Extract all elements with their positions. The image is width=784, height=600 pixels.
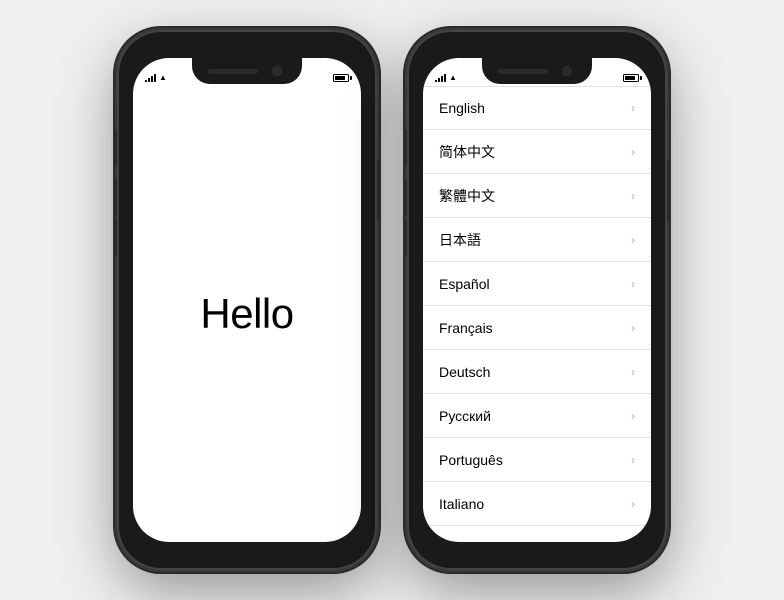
signal-bar-1: [435, 80, 437, 82]
chevron-icon-english: ›: [631, 101, 635, 115]
chevron-icon-russian: ›: [631, 409, 635, 423]
language-name-simplified-chinese: 简体中文: [439, 142, 495, 162]
language-item-spanish[interactable]: Español ›: [423, 262, 651, 306]
chevron-icon-spanish: ›: [631, 277, 635, 291]
language-name-russian: Русский: [439, 408, 491, 424]
signal-bar-3: [441, 76, 443, 82]
battery-fill-2: [625, 76, 635, 80]
notch-2: [482, 58, 592, 84]
battery-icon: [333, 74, 349, 82]
signal-bar-2: [148, 78, 150, 82]
chevron-icon-traditional-chinese: ›: [631, 189, 635, 203]
chevron-icon-french: ›: [631, 321, 635, 335]
language-name-traditional-chinese: 繁體中文: [439, 186, 495, 206]
signal-bars: [145, 73, 156, 82]
chevron-icon-portuguese: ›: [631, 453, 635, 467]
language-content: English › 简体中文 › 繁體中文 › 日本語 › Español: [423, 86, 651, 542]
language-item-german[interactable]: Deutsch ›: [423, 350, 651, 394]
language-item-italian[interactable]: Italiano ›: [423, 482, 651, 526]
hello-content: Hello: [133, 86, 361, 542]
signal-bar-2: [438, 78, 440, 82]
speaker: [208, 69, 258, 74]
signal-bars-2: [435, 73, 446, 82]
battery-area: [333, 74, 349, 82]
phone-language: ▲ English › 简体中文 › 繁體中文 ›: [407, 30, 667, 570]
language-name-german: Deutsch: [439, 364, 490, 380]
language-item-portuguese[interactable]: Português ›: [423, 438, 651, 482]
signal-bar-1: [145, 80, 147, 82]
chevron-icon-german: ›: [631, 365, 635, 379]
wifi-icon: ▲: [159, 73, 167, 82]
language-item-russian[interactable]: Русский ›: [423, 394, 651, 438]
chevron-icon-japanese: ›: [631, 233, 635, 247]
battery-area-2: [623, 74, 639, 82]
language-phone-screen: ▲ English › 简体中文 › 繁體中文 ›: [423, 58, 651, 542]
signal-bar-4: [444, 74, 446, 82]
language-list: English › 简体中文 › 繁體中文 › 日本語 › Español: [423, 86, 651, 526]
hello-phone-screen: ▲ Hello: [133, 58, 361, 542]
language-item-french[interactable]: Français ›: [423, 306, 651, 350]
wifi-icon-2: ▲: [449, 73, 457, 82]
language-name-english: English: [439, 100, 485, 116]
language-name-french: Français: [439, 320, 493, 336]
language-item-english[interactable]: English ›: [423, 86, 651, 130]
battery-icon-2: [623, 74, 639, 82]
camera: [272, 66, 282, 76]
language-name-spanish: Español: [439, 276, 490, 292]
language-item-japanese[interactable]: 日本語 ›: [423, 218, 651, 262]
battery-fill: [335, 76, 345, 80]
signal-area-2: ▲: [435, 73, 457, 82]
camera-2: [562, 66, 572, 76]
signal-bar-3: [151, 76, 153, 82]
language-name-japanese: 日本語: [439, 230, 481, 250]
speaker-2: [498, 69, 548, 74]
language-name-italian: Italiano: [439, 496, 484, 512]
phone-hello: ▲ Hello: [117, 30, 377, 570]
chevron-icon-simplified-chinese: ›: [631, 145, 635, 159]
language-item-traditional-chinese[interactable]: 繁體中文 ›: [423, 174, 651, 218]
notch: [192, 58, 302, 84]
signal-bar-4: [154, 74, 156, 82]
language-name-portuguese: Português: [439, 452, 503, 468]
hello-greeting: Hello: [200, 290, 293, 338]
language-item-simplified-chinese[interactable]: 简体中文 ›: [423, 130, 651, 174]
chevron-icon-italian: ›: [631, 497, 635, 511]
signal-area: ▲: [145, 73, 167, 82]
